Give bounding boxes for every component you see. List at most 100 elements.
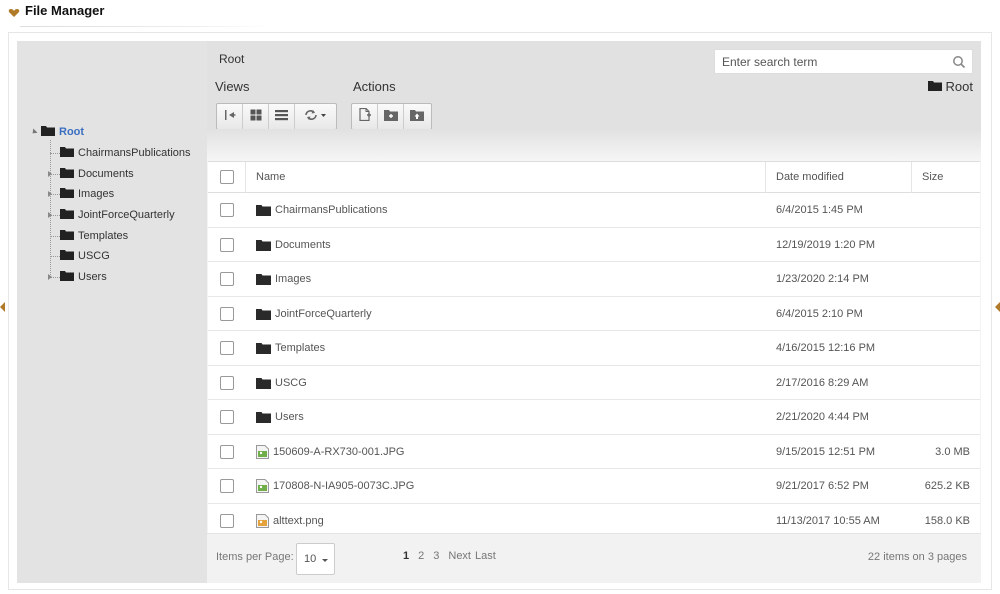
heart-icon [8, 5, 20, 23]
table-row[interactable]: Images 1/23/2020 2:14 PM [208, 262, 980, 297]
search-icon[interactable] [952, 55, 966, 69]
folder-icon [60, 146, 74, 160]
file-name: USCG [275, 376, 307, 389]
items-info: 22 items on 3 pages [867, 551, 967, 563]
folder-icon [60, 270, 74, 284]
tree-node-label: JointForceQuarterly [78, 209, 175, 221]
row-checkbox[interactable] [220, 203, 234, 217]
new-file-icon [358, 107, 371, 126]
tree-node-templates[interactable]: Templates [60, 228, 128, 244]
collapse-right-icon[interactable] [995, 302, 1000, 312]
table-row[interactable]: Templates 4/16/2015 12:16 PM [208, 331, 980, 366]
tree-node-jointforcequarterly[interactable]: JointForceQuarterly [60, 207, 175, 223]
table-row[interactable]: ChairmansPublications 6/4/2015 1:45 PM [208, 193, 980, 228]
table-row[interactable]: Users 2/21/2020 4:44 PM [208, 400, 980, 435]
list-view-button[interactable] [269, 104, 295, 129]
toggle-tree-button[interactable] [217, 104, 243, 129]
folder-icon [256, 273, 271, 285]
table-row[interactable]: JointForceQuarterly 6/4/2015 2:10 PM [208, 296, 980, 331]
select-all-checkbox[interactable] [220, 170, 234, 184]
tree-node-chairmanspublications[interactable]: ChairmansPublications [60, 145, 191, 161]
collapse-pane-icon [224, 108, 236, 126]
file-date: 9/21/2017 6:52 PM [776, 480, 869, 492]
file-date: 1/23/2020 2:14 PM [776, 273, 869, 285]
new-file-button[interactable] [352, 104, 378, 129]
items-per-page-label: Items per Page: [216, 551, 294, 563]
table-header: Name Date modified Size [208, 162, 980, 193]
expand-images-icon[interactable] [48, 191, 52, 197]
folder-tree: Root ChairmansPublications Documents Ima… [17, 41, 207, 583]
folder-icon [41, 125, 55, 139]
tree-node-label: Documents [78, 168, 134, 180]
row-checkbox[interactable] [220, 237, 234, 252]
tree-node-label: Images [78, 188, 115, 200]
file-size: 3.0 MB [935, 445, 970, 458]
column-date-modified[interactable]: Date modified [776, 162, 844, 193]
refresh-dropdown-button[interactable] [295, 104, 335, 129]
row-checkbox[interactable] [220, 272, 234, 286]
actions-button-group [351, 103, 432, 130]
row-checkbox[interactable] [220, 479, 234, 493]
last-page-link[interactable]: Last [475, 550, 496, 562]
expand-documents-icon[interactable] [48, 171, 52, 177]
file-name: Users [275, 411, 304, 423]
new-folder-button[interactable] [378, 104, 404, 129]
file-name: ChairmansPublications [275, 204, 388, 216]
file-table: Name Date modified Size ChairmansPublica… [208, 161, 980, 538]
file-date: 4/16/2015 12:16 PM [776, 342, 876, 354]
expand-jointforcequarterly-icon[interactable] [48, 212, 52, 218]
tree-node-images[interactable]: Images [60, 186, 114, 202]
search-input[interactable] [715, 50, 945, 73]
app-header: File Manager [0, 0, 280, 28]
folder-icon [256, 377, 271, 389]
row-checkbox[interactable] [220, 375, 234, 390]
upload-folder-icon [410, 108, 424, 126]
table-row[interactable]: USCG 2/17/2016 8:29 AM [208, 365, 980, 400]
row-checkbox[interactable] [220, 513, 234, 528]
file-name: Templates [275, 342, 326, 354]
folder-icon [256, 342, 271, 354]
chevron-down-icon [322, 559, 328, 562]
page-2-link[interactable]: 2 [418, 550, 424, 562]
tree-node-uscg[interactable]: USCG [60, 248, 110, 264]
expand-users-icon[interactable] [48, 274, 52, 280]
collapse-left-icon[interactable] [0, 302, 5, 312]
actions-label: Actions [353, 79, 396, 94]
grid-view-button[interactable] [243, 104, 269, 129]
row-checkbox[interactable] [220, 306, 234, 321]
column-name[interactable]: Name [256, 162, 285, 193]
grid-icon [250, 108, 262, 126]
folder-icon [60, 249, 74, 263]
views-button-group [216, 103, 337, 130]
list-icon [275, 108, 288, 126]
items-per-page-value: 10 [304, 553, 317, 565]
folder-icon [60, 167, 74, 181]
row-checkbox[interactable] [220, 444, 234, 459]
folder-icon [256, 239, 271, 251]
search-box [714, 49, 973, 74]
folder-icon [927, 79, 942, 94]
table-row[interactable]: 170808-N-IA905-0073C.JPG 9/21/2017 6:52 … [208, 469, 980, 504]
collapse-root-icon[interactable] [30, 128, 38, 136]
tree-node-root[interactable]: Root [41, 124, 84, 140]
breadcrumb[interactable]: Root [219, 52, 244, 66]
tree-node-users[interactable]: Users [60, 269, 107, 285]
upload-button[interactable] [404, 104, 430, 129]
table-row[interactable]: Documents 12/19/2019 1:20 PM [208, 227, 980, 262]
app-title: File Manager [25, 3, 105, 18]
table-row[interactable]: 150609-A-RX730-001.JPG 9/15/2015 12:51 P… [208, 434, 980, 469]
items-per-page-select[interactable]: 10 [296, 543, 335, 575]
folder-icon [60, 208, 74, 222]
file-name: JointForceQuarterly [275, 307, 372, 320]
column-size[interactable]: Size [922, 162, 943, 193]
file-name: Images [275, 273, 312, 285]
row-checkbox[interactable] [220, 410, 234, 424]
pagination: 1 2 3 Next Last [403, 550, 505, 562]
next-page-link[interactable]: Next [448, 550, 471, 562]
folder-icon [256, 204, 271, 216]
file-date: 6/4/2015 1:45 PM [776, 204, 863, 216]
page-3-link[interactable]: 3 [433, 550, 439, 562]
page-1-link[interactable]: 1 [403, 550, 409, 562]
row-checkbox[interactable] [220, 341, 234, 355]
tree-node-documents[interactable]: Documents [60, 166, 134, 182]
